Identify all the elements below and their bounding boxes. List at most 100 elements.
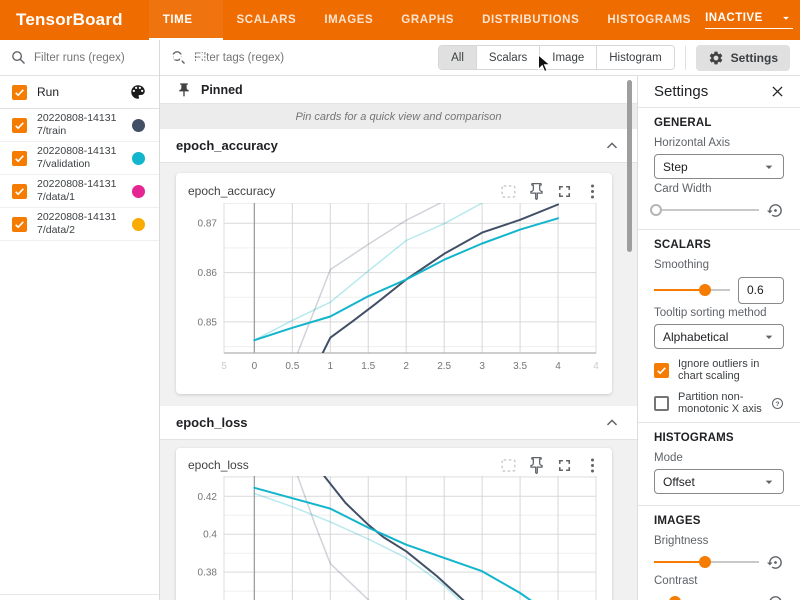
pin-card-icon[interactable]	[527, 182, 546, 201]
card-title: epoch_loss	[188, 458, 490, 472]
histograms-heading: HISTOGRAMS	[654, 432, 784, 444]
images-heading: IMAGES	[654, 515, 784, 527]
settings-general-section: GENERAL Horizontal Axis Step Card Width	[638, 108, 800, 229]
nav-tab-images[interactable]: IMAGES	[310, 0, 387, 40]
chevron-down-icon	[761, 329, 777, 345]
reset-icon[interactable]	[767, 594, 784, 600]
top-navbar: TensorBoard TIME SERIESSCALARSIMAGESGRAP…	[0, 0, 800, 40]
svg-text:0.42: 0.42	[198, 492, 218, 503]
cards-scroll-area: Pinned Pin cards for a quick view and co…	[160, 76, 637, 600]
svg-text:2: 2	[403, 361, 409, 372]
card-width-slider[interactable]	[654, 203, 759, 217]
help-icon[interactable]	[771, 397, 784, 410]
nav-tab-graphs[interactable]: GRAPHS	[387, 0, 468, 40]
more-options-icon[interactable]	[583, 182, 602, 201]
histogram-mode-select[interactable]: Offset	[654, 469, 784, 494]
run-status-dropdown[interactable]: INACTIVE	[705, 11, 793, 29]
contrast-slider[interactable]	[654, 595, 759, 600]
reset-icon[interactable]	[767, 554, 784, 571]
run-color-dot	[132, 119, 145, 132]
filter-chip-image[interactable]: Image	[539, 46, 596, 69]
chevron-down-icon	[761, 474, 777, 490]
run-row[interactable]: 20220808-141317/data/2	[0, 208, 159, 241]
runs-sidebar: Run 20220808-141317/train20220808-141317…	[0, 40, 160, 600]
epoch-loss-chart[interactable]: 0.360.380.40.42	[176, 474, 612, 600]
reset-icon[interactable]	[767, 202, 784, 219]
nav-tab-histograms[interactable]: HISTOGRAMS	[593, 0, 705, 40]
settings-button-label: Settings	[731, 51, 778, 65]
run-checkbox[interactable]	[12, 118, 27, 133]
run-name: 20220808-141317/train	[37, 112, 122, 138]
search-icon	[10, 49, 27, 66]
smoothing-label: Smoothing	[654, 259, 784, 271]
pinned-section-header: Pinned	[160, 76, 637, 104]
run-checkbox[interactable]	[12, 184, 27, 199]
fullscreen-icon[interactable]	[555, 456, 574, 475]
card-title: epoch_accuracy	[188, 184, 490, 198]
chevron-up-icon[interactable]	[603, 414, 621, 432]
scalar-card-epoch-loss: epoch_loss 0.360.380.40.42	[176, 448, 612, 600]
select-all-runs-checkbox[interactable]	[12, 85, 27, 100]
gear-icon	[708, 50, 724, 66]
contrast-label: Contrast	[654, 575, 784, 587]
tag-type-filter-group: AllScalarsImageHistogram	[438, 45, 675, 70]
smoothing-slider[interactable]	[654, 283, 730, 297]
settings-histograms-section: HISTOGRAMS Mode Offset	[638, 423, 800, 505]
toolbar-divider	[685, 46, 686, 70]
more-options-icon[interactable]	[583, 456, 602, 475]
fit-domain-icon[interactable]	[499, 182, 518, 201]
histogram-mode-value: Offset	[663, 475, 761, 489]
run-status-value: INACTIVE	[705, 12, 763, 24]
general-heading: GENERAL	[654, 117, 784, 129]
filter-chip-histogram[interactable]: Histogram	[596, 46, 673, 69]
run-row[interactable]: 20220808-141317/validation	[0, 142, 159, 175]
svg-text:0.87: 0.87	[198, 219, 218, 230]
chevron-up-icon[interactable]	[603, 137, 621, 155]
settings-panel: Settings GENERAL Horizontal Axis Step Ca…	[637, 76, 800, 600]
run-name: 20220808-141317/data/2	[37, 211, 122, 237]
run-checkbox[interactable]	[12, 217, 27, 232]
nav-tab-scalars[interactable]: SCALARS	[223, 0, 311, 40]
pinned-hint-text: Pin cards for a quick view and compariso…	[295, 111, 501, 123]
chevron-down-icon	[779, 11, 793, 25]
tags-filter-input[interactable]	[194, 52, 394, 64]
svg-text:0.5: 0.5	[285, 361, 299, 372]
horizontal-axis-select[interactable]: Step	[654, 154, 784, 179]
run-row[interactable]: 20220808-141317/data/1	[0, 175, 159, 208]
pinned-label: Pinned	[201, 83, 243, 97]
section-header-epoch-loss[interactable]: epoch_loss	[160, 406, 637, 440]
runs-filter	[0, 40, 159, 76]
section-header-epoch-accuracy[interactable]: epoch_accuracy	[160, 129, 637, 163]
settings-button[interactable]: Settings	[696, 45, 790, 71]
fit-domain-icon[interactable]	[499, 456, 518, 475]
filter-chip-scalars[interactable]: Scalars	[476, 46, 539, 69]
run-color-dot	[132, 218, 145, 231]
svg-text:3: 3	[479, 361, 485, 372]
pin-card-icon[interactable]	[527, 456, 546, 475]
ignore-outliers-checkbox[interactable]	[654, 363, 669, 378]
pinned-empty-hint: Pin cards for a quick view and compariso…	[160, 104, 637, 129]
horizontal-axis-label: Horizontal Axis	[654, 137, 784, 149]
palette-icon	[129, 83, 147, 101]
tooltip-sorting-select[interactable]: Alphabetical	[654, 324, 784, 349]
nav-tab-distributions[interactable]: DISTRIBUTIONS	[468, 0, 593, 40]
svg-text:4: 4	[593, 361, 599, 372]
epoch-accuracy-chart[interactable]: 0.850.860.8700.511.522.533.5454	[176, 201, 612, 394]
run-checkbox[interactable]	[12, 151, 27, 166]
brightness-slider[interactable]	[654, 555, 759, 569]
run-row[interactable]: 20220808-141317/train	[0, 109, 159, 142]
tensorboard-app: TensorBoard TIME SERIESSCALARSIMAGESGRAP…	[0, 0, 800, 600]
smoothing-value-input[interactable]	[738, 277, 784, 304]
main-scrollbar-thumb[interactable]	[627, 80, 632, 252]
nav-tab-time-series[interactable]: TIME SERIES	[149, 0, 223, 40]
brightness-label: Brightness	[654, 535, 784, 547]
filter-chip-all[interactable]: All	[439, 46, 476, 69]
settings-images-section: IMAGES Brightness Contrast Show actual i…	[638, 506, 800, 600]
close-icon[interactable]	[769, 83, 786, 100]
tooltip-sorting-label: Tooltip sorting method	[654, 307, 784, 319]
card-header: epoch_loss	[176, 448, 612, 474]
partition-x-axis-checkbox[interactable]	[654, 396, 669, 411]
runs-filter-input[interactable]	[34, 52, 149, 64]
fullscreen-icon[interactable]	[555, 182, 574, 201]
settings-panel-title: Settings	[654, 83, 708, 100]
